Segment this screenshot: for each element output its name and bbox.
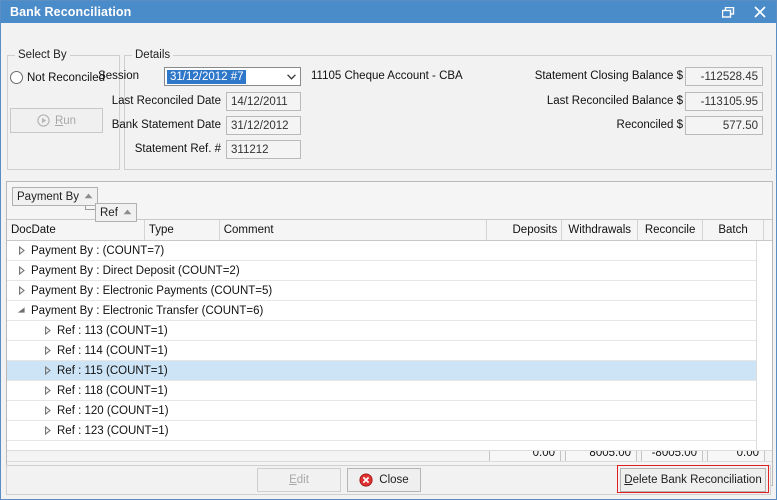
table-row[interactable]: Ref : 120 (COUNT=1) [7, 401, 772, 421]
play-icon [37, 114, 50, 127]
group-chip-ref-label: Ref [100, 207, 118, 219]
table-row[interactable]: Ref : 123 (COUNT=1) [7, 421, 772, 441]
session-combobox[interactable]: 31/12/2012 #7 [164, 67, 301, 86]
expand-triangle-icon[interactable] [43, 406, 52, 415]
statement-closing-balance-label: Statement Closing Balance $ [451, 70, 683, 82]
session-value: 31/12/2012 #7 [167, 70, 246, 84]
group-chip-ref[interactable]: Ref [95, 203, 137, 222]
window-title: Bank Reconciliation [1, 5, 131, 19]
window-controls [712, 1, 776, 23]
close-button[interactable] [744, 1, 776, 23]
table-row[interactable]: Payment By : Direct Deposit (COUNT=2) [7, 261, 772, 281]
statement-closing-balance-field[interactable]: -112528.45 [685, 67, 763, 86]
group-chip-payment-by[interactable]: Payment By [12, 187, 98, 206]
edit-button-label: Edit [289, 474, 309, 486]
expand-triangle-icon[interactable] [43, 346, 52, 355]
table-row[interactable]: Ref : 113 (COUNT=1) [7, 321, 772, 341]
expand-triangle-icon[interactable] [43, 326, 52, 335]
expand-triangle-icon[interactable] [43, 366, 52, 375]
expand-triangle-icon[interactable] [43, 426, 52, 435]
chevron-down-icon[interactable] [282, 74, 300, 80]
table-row-label: Payment By : Electronic Payments (COUNT=… [31, 285, 272, 297]
table-row[interactable]: Ref : 115 (COUNT=1) [7, 361, 772, 381]
table-row-label: Ref : 113 (COUNT=1) [57, 325, 168, 337]
expand-triangle-icon[interactable] [43, 386, 52, 395]
table-row[interactable]: Ref : 114 (COUNT=1) [7, 341, 772, 361]
grid-rows-container: Payment By : (COUNT=7) Payment By : Direc… [7, 241, 772, 450]
column-header-withdrawals[interactable]: Withdrawals [562, 220, 638, 240]
bank-statement-date-label: Bank Statement Date [89, 119, 221, 131]
close-circle-icon [359, 473, 373, 487]
expand-triangle-icon[interactable] [17, 266, 26, 275]
radio-not-reconciled-indicator[interactable] [10, 71, 23, 84]
close-dialog-button-label: Close [379, 474, 408, 486]
table-row-label: Ref : 114 (COUNT=1) [57, 345, 168, 357]
window-body: Select By Not Reconciled Reconciled Run … [1, 23, 776, 499]
close-icon [754, 6, 766, 18]
table-row-label: Ref : 115 (COUNT=1) [57, 365, 168, 377]
restore-button[interactable] [712, 1, 744, 23]
column-header-reconcile[interactable]: Reconcile [638, 220, 703, 240]
expand-triangle-icon[interactable] [17, 286, 26, 295]
column-header-deposits[interactable]: Deposits [487, 220, 562, 240]
dialog-footer: Edit Close Delete Bank Reconciliation [6, 465, 771, 495]
table-row-label: Payment By : (COUNT=7) [31, 245, 164, 257]
last-reconciled-date-label: Last Reconciled Date [89, 95, 221, 107]
title-bar: Bank Reconciliation [1, 1, 776, 23]
statement-ref-field[interactable]: 311212 [226, 140, 301, 159]
table-row[interactable]: Payment By : Electronic Transfer (COUNT=… [7, 301, 772, 321]
account-name: 11105 Cheque Account - CBA [311, 70, 463, 82]
column-header-docdate[interactable]: DocDate [7, 220, 145, 240]
table-row-label: Ref : 123 (COUNT=1) [57, 425, 169, 437]
bank-statement-date-field[interactable]: 31/12/2012 [226, 116, 301, 135]
subtotal-reconcile: -8005.00 [641, 450, 703, 461]
grid-header-row: DocDate Type Comment Deposits Withdrawal… [7, 220, 772, 241]
transactions-grid: Payment By Ref DocDate Type Comment Depo… [6, 181, 773, 486]
vertical-scrollbar[interactable] [756, 241, 772, 450]
column-header-batch[interactable]: Batch [703, 220, 764, 240]
table-row-label: Payment By : Electronic Transfer (COUNT=… [31, 305, 263, 317]
reconciled-balance-label: Reconciled $ [451, 119, 683, 131]
restore-icon [722, 7, 735, 18]
subtotal-batch: 0.00 [707, 450, 765, 461]
table-row-label: Ref : 118 (COUNT=1) [57, 385, 168, 397]
run-button-label: Run [55, 115, 76, 127]
table-row-label: Payment By : Direct Deposit (COUNT=2) [31, 265, 240, 277]
last-reconciled-balance-label: Last Reconciled Balance $ [451, 95, 683, 107]
last-reconciled-date-field[interactable]: 14/12/2011 [226, 92, 301, 111]
sort-ascending-icon[interactable] [123, 209, 132, 217]
table-row-label: Ref : 120 (COUNT=1) [57, 405, 169, 417]
group-chip-payment-by-label: Payment By [17, 191, 79, 203]
select-by-legend: Select By [15, 49, 70, 61]
session-label: Session [89, 70, 139, 82]
subtotal-row: 0.00 8005.00 -8005.00 0.00 [7, 450, 772, 461]
table-row[interactable]: Payment By : Electronic Payments (COUNT=… [7, 281, 772, 301]
column-header-filler [764, 220, 772, 240]
delete-button-label: Delete Bank Reconciliation [624, 474, 761, 486]
edit-button[interactable]: Edit [257, 468, 341, 492]
last-reconciled-balance-field[interactable]: -113105.95 [685, 92, 763, 111]
details-legend: Details [132, 49, 173, 61]
expand-triangle-icon[interactable] [17, 246, 26, 255]
sort-ascending-icon[interactable] [84, 193, 93, 201]
column-header-comment[interactable]: Comment [220, 220, 488, 240]
delete-bank-reconciliation-button[interactable]: Delete Bank Reconciliation [620, 468, 766, 492]
table-row[interactable]: Payment By : (COUNT=7) [7, 241, 772, 261]
column-header-type[interactable]: Type [145, 220, 220, 240]
subtotal-deposits: 0.00 [489, 450, 561, 461]
group-by-bar[interactable]: Payment By Ref [7, 182, 772, 220]
statement-ref-label: Statement Ref. # [89, 143, 221, 155]
reconciled-balance-field[interactable]: 577.50 [685, 116, 763, 135]
collapse-triangle-icon[interactable] [17, 306, 26, 315]
subtotal-withdrawals: 8005.00 [565, 450, 637, 461]
bank-reconciliation-window: Bank Reconciliation Select By Not Reconc… [0, 0, 777, 500]
table-row[interactable]: Ref : 118 (COUNT=1) [7, 381, 772, 401]
close-dialog-button[interactable]: Close [347, 468, 421, 492]
